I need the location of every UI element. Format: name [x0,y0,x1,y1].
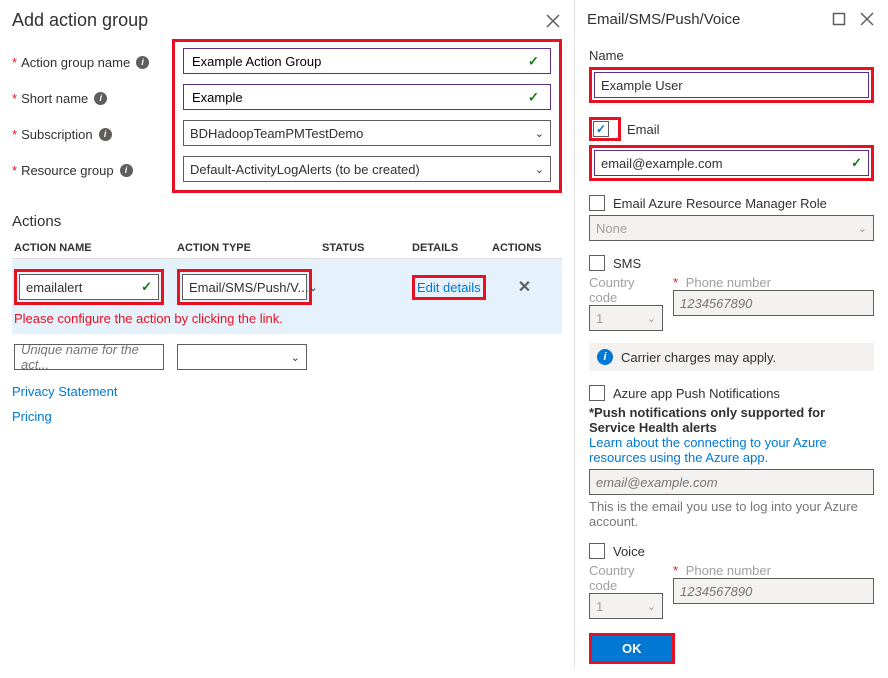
chevron-down-icon: ⌄ [647,312,656,325]
push-label: Azure app Push Notifications [613,386,780,401]
sms-phone-input[interactable]: 1234567890 [673,290,874,316]
action-row-empty: Unique name for the act... ⌄ [12,334,562,374]
push-checkbox[interactable] [589,385,605,401]
remove-action-icon[interactable]: ✕ [518,277,531,297]
label-subscription: Subscriptioni [21,127,171,142]
arm-role-checkbox[interactable] [589,195,605,211]
info-icon[interactable]: i [94,92,107,105]
col-actions: Actions [492,242,557,254]
action-name-input-empty[interactable]: Unique name for the act... [14,344,164,370]
privacy-link[interactable]: Privacy Statement [12,384,118,399]
chevron-down-icon: ⌄ [535,127,544,140]
sms-checkbox[interactable] [589,255,605,271]
label-action-group-name: Action group namei [21,55,171,70]
right-panel-title: Email/SMS/Push/Voice [587,11,740,28]
chevron-down-icon: ⌄ [858,222,867,235]
info-icon[interactable]: i [136,56,149,69]
voice-phone-label: * Phone number [673,563,874,578]
chevron-down-icon: ⌄ [291,351,300,364]
sms-country-code-select[interactable]: 1⌄ [589,305,663,331]
close-icon[interactable] [858,10,876,28]
action-name-input[interactable]: emailalert✓ [19,274,159,300]
ok-button[interactable]: OK [592,636,672,661]
maximize-icon[interactable] [830,10,848,28]
subscription-select[interactable]: BDHadoopTeamPMTestDemo⌄ [183,120,551,146]
push-learn-link[interactable]: Learn about the connecting to your Azure… [589,435,874,465]
voice-country-code-select[interactable]: 1⌄ [589,593,663,619]
check-icon: ✓ [528,54,539,69]
email-checkbox-label: Email [627,122,660,137]
voice-checkbox[interactable] [589,543,605,559]
action-row: emailalert✓ Email/SMS/Push/V...⌄ Edit de… [12,259,562,309]
chevron-down-icon: ⌄ [535,163,544,176]
actions-heading: Actions [12,213,562,230]
country-code-label: Country code [589,275,663,305]
col-details: Details [412,242,492,254]
short-name-input[interactable]: ✓ [183,84,551,110]
arm-role-label: Email Azure Resource Manager Role [613,196,827,211]
email-sms-push-voice-panel: Email/SMS/Push/Voice Name Example User E… [575,0,888,667]
edit-details-link[interactable]: Edit details [417,280,481,295]
resource-group-select[interactable]: Default-ActivityLogAlerts (to be created… [183,156,551,182]
chevron-down-icon: ⌄ [308,281,317,294]
col-status: Status [322,242,412,254]
voice-phone-input[interactable]: 1234567890 [673,578,874,604]
push-email-input[interactable]: email@example.com [589,469,874,495]
email-checkbox[interactable] [593,121,609,137]
panel-title: Add action group [12,10,148,31]
action-type-select-empty[interactable]: ⌄ [177,344,307,370]
voice-country-code-label: Country code [589,563,663,593]
action-group-name-input[interactable]: ✓ [183,48,551,74]
check-icon: ✓ [851,155,862,171]
voice-label: Voice [613,544,645,559]
pricing-link[interactable]: Pricing [12,409,52,424]
info-icon[interactable]: i [99,128,112,141]
phone-label: * Phone number [673,275,874,290]
push-bold-note: *Push notifications only supported for S… [589,405,874,435]
check-icon: ✓ [141,279,152,295]
chevron-down-icon: ⌄ [647,600,656,613]
name-label: Name [589,48,874,63]
action-error-text: Please configure the action by clicking … [12,309,562,334]
notification-name-input[interactable]: Example User [594,72,869,98]
label-short-name: Short namei [21,91,171,106]
email-input[interactable]: email@example.com✓ [594,150,869,176]
check-icon: ✓ [528,90,539,105]
info-icon[interactable]: i [120,164,133,177]
actions-table-header: Action Name Action Type Status Details A… [12,238,562,259]
sms-label: SMS [613,256,641,271]
action-type-select[interactable]: Email/SMS/Push/V...⌄ [182,274,307,300]
arm-role-select[interactable]: None⌄ [589,215,874,241]
carrier-info-bar: i Carrier charges may apply. [589,343,874,371]
col-action-name: Action Name [12,242,177,254]
push-help-text: This is the email you use to log into yo… [589,499,874,529]
label-resource-group: Resource groupi [21,163,171,178]
info-icon: i [597,349,613,365]
col-action-type: Action Type [177,242,322,254]
add-action-group-panel: Add action group *Action group namei *Sh… [0,0,575,667]
close-icon[interactable] [544,12,562,30]
